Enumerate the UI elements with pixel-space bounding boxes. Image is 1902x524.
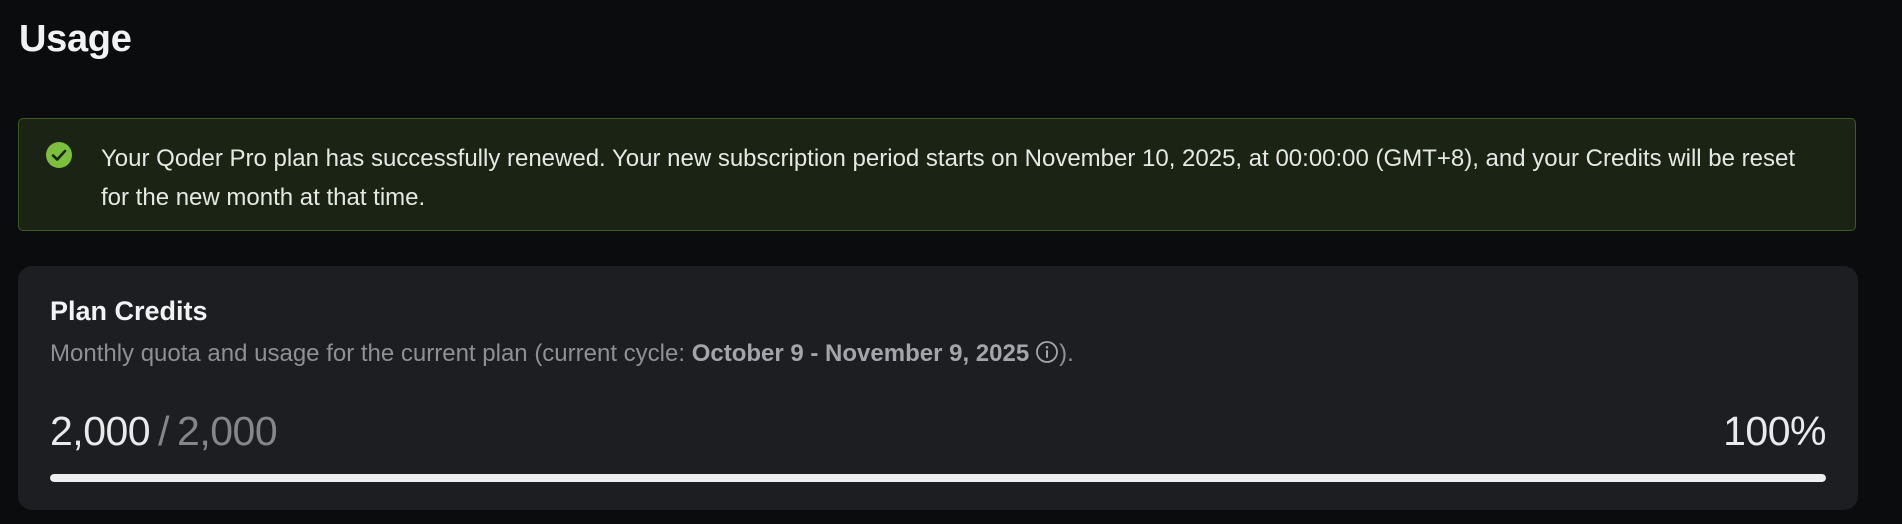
- card-subtitle: Monthly quota and usage for the current …: [50, 340, 1074, 368]
- usage-page: Usage Your Qoder Pro plan has successful…: [0, 0, 1902, 524]
- check-circle-icon: [45, 141, 73, 169]
- credits-total: 2,000: [177, 408, 278, 454]
- subtitle-suffix: ).: [1059, 340, 1074, 367]
- page-title: Usage: [19, 18, 132, 60]
- current-cycle-dates: October 9 - November 9, 2025: [691, 340, 1030, 367]
- credits-usage: 2,000/2,000: [50, 408, 278, 455]
- info-circle-icon[interactable]: [1035, 340, 1059, 364]
- usage-percent: 100%: [1723, 408, 1826, 454]
- subtitle-prefix: Monthly quota and usage for the current …: [50, 340, 692, 367]
- credits-separator: /: [158, 408, 170, 454]
- plan-credits-card: Plan Credits Monthly quota and usage for…: [18, 266, 1858, 510]
- banner-message: Your Qoder Pro plan has successfully ren…: [101, 145, 1796, 211]
- renewal-success-banner: Your Qoder Pro plan has successfully ren…: [18, 118, 1856, 231]
- credits-used: 2,000: [50, 408, 151, 454]
- usage-progress-fill: [50, 474, 1826, 482]
- card-title: Plan Credits: [50, 296, 208, 326]
- usage-progress-bar: [50, 474, 1826, 482]
